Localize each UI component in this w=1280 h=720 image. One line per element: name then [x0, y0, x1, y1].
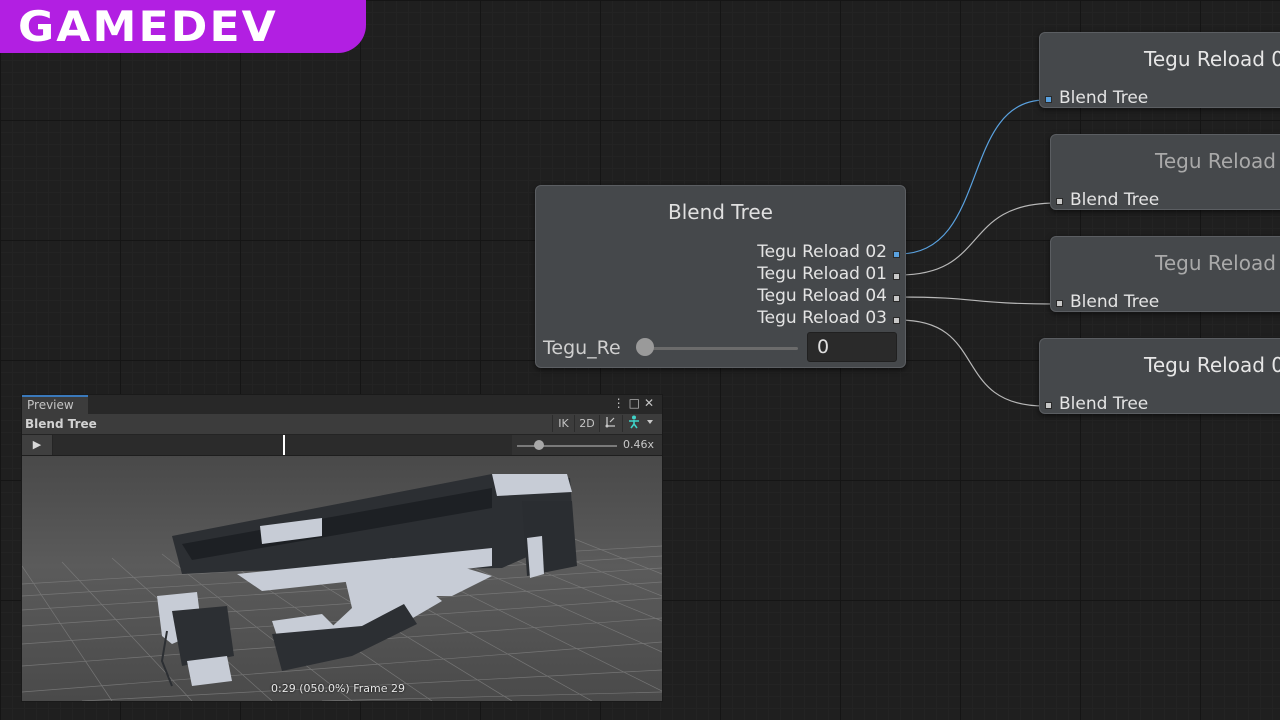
clip-node[interactable]: Tegu Reload Blend Tree — [1050, 236, 1280, 312]
blend-tree-node[interactable]: Blend Tree Tegu Reload 02 Tegu Reload 01… — [535, 185, 906, 368]
preview-window: Preview ⋮□✕ Blend Tree IK 2D ▶ 0.46x 0:2… — [21, 394, 663, 702]
playback-bar: ▶ 0.46x — [22, 435, 662, 456]
speed-slider-handle[interactable] — [534, 440, 544, 450]
output-port[interactable] — [893, 273, 900, 280]
input-label: Blend Tree — [1059, 88, 1149, 108]
more-icon[interactable]: ⋮ — [613, 396, 629, 410]
preview-toolbar: Blend Tree IK 2D — [22, 414, 662, 435]
clip-node[interactable]: Tegu Reload Blend Tree — [1050, 134, 1280, 210]
node-title: Blend Tree — [668, 200, 773, 224]
window-controls[interactable]: ⋮□✕ — [613, 396, 658, 410]
input-label: Blend Tree — [1070, 292, 1160, 312]
output-label: Tegu Reload 01 — [757, 264, 887, 284]
input-port[interactable] — [1056, 300, 1063, 307]
output-port[interactable] — [893, 295, 900, 302]
logo-text: GAMEDEV — [18, 2, 278, 51]
input-label: Blend Tree — [1070, 190, 1160, 210]
wire-reload-01 — [898, 202, 1057, 276]
input-port[interactable] — [1045, 402, 1052, 409]
maximize-icon[interactable]: □ — [629, 396, 644, 410]
input-port[interactable] — [1045, 96, 1052, 103]
play-icon[interactable]: ▶ — [22, 435, 53, 455]
speed-slider-track[interactable] — [517, 445, 617, 447]
node-title: Tegu Reload 0 — [1144, 353, 1280, 377]
2d-button[interactable]: 2D — [574, 415, 599, 432]
output-port[interactable] — [893, 317, 900, 324]
parameter-slider-track[interactable] — [646, 347, 798, 350]
pivot-icon[interactable] — [599, 415, 622, 432]
close-icon[interactable]: ✕ — [644, 396, 658, 410]
tab-preview[interactable]: Preview — [22, 395, 88, 414]
output-port[interactable] — [893, 251, 900, 258]
parameter-label: Tegu_Re — [543, 337, 621, 359]
input-label: Blend Tree — [1059, 394, 1149, 414]
wire-reload-02 — [898, 99, 1046, 255]
preview-title: Blend Tree — [25, 417, 97, 431]
wire-reload-04 — [898, 296, 1057, 305]
gamedev-logo: GAMEDEV — [0, 0, 366, 53]
output-label: Tegu Reload 04 — [757, 286, 887, 306]
node-title: Tegu Reload 0 — [1144, 47, 1280, 71]
ik-button[interactable]: IK — [552, 415, 574, 432]
frame-readout: 0:29 (050.0%) Frame 29 — [271, 682, 405, 695]
preview-tab-bar: Preview ⋮□✕ — [22, 395, 662, 414]
playhead[interactable] — [283, 435, 285, 455]
parameter-slider-handle[interactable] — [636, 338, 654, 356]
weapon-model-scene — [22, 456, 662, 701]
node-title: Tegu Reload — [1155, 251, 1276, 275]
preview-viewport[interactable]: 0:29 (050.0%) Frame 29 — [22, 456, 662, 701]
clip-node[interactable]: Tegu Reload 0 Blend Tree — [1039, 32, 1280, 108]
wire-reload-03 — [898, 319, 1046, 407]
output-label: Tegu Reload 02 — [757, 242, 887, 262]
parameter-value-field[interactable]: 0 — [807, 332, 897, 362]
input-port[interactable] — [1056, 198, 1063, 205]
output-label: Tegu Reload 03 — [757, 308, 887, 328]
speed-value: 0.46x — [622, 438, 654, 451]
clip-node[interactable]: Tegu Reload 0 Blend Tree — [1039, 338, 1280, 414]
avatar-icon[interactable] — [622, 415, 659, 432]
timeline-scrubber[interactable] — [53, 435, 512, 455]
node-title: Tegu Reload — [1155, 149, 1276, 173]
